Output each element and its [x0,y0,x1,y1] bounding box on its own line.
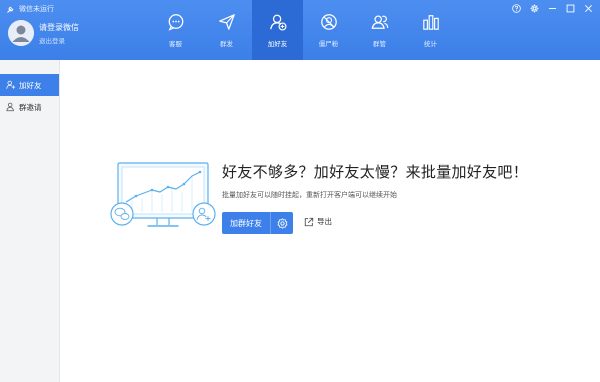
status-indicator: 微信未运行 [6,3,54,15]
group-manage-icon [371,15,388,29]
statistics-icon [422,15,439,30]
nav-label: 群发 [220,40,233,48]
sidebar-item-label: 群邀请 [19,102,42,112]
nav-item-customer-service[interactable]: 客服 [150,0,201,60]
nav-item-broadcast[interactable]: 群发 [201,0,252,60]
nav-label: 加好友 [267,40,288,48]
sidebar-item-group-invite[interactable]: 群邀请 [0,96,59,118]
nav-item-add-friend[interactable]: 加好友 [252,0,303,60]
nav-label: 群管 [373,40,386,48]
monitor-chart-illustration [110,162,216,227]
help-button[interactable] [509,2,524,15]
export-label: 导出 [317,217,332,226]
add-group-friends-button[interactable]: 加群好友 [222,212,293,234]
zombie-fans-icon [320,14,337,30]
window-controls [509,2,596,15]
page-headline: 好友不够多？加好友太慢？来批量加好友吧！ [222,163,529,181]
maximize-icon [566,4,575,13]
sidebar-item-label: 加好友 [19,80,42,90]
nav-label: 统计 [424,40,437,48]
add-friend-icon [269,14,287,31]
export-icon [304,217,314,226]
settings-button[interactable] [527,2,542,15]
export-button[interactable]: 导出 [304,216,332,227]
sidebar-item-add-friend[interactable]: 加好友 [0,74,59,96]
gear-icon [277,217,287,229]
add-friend-icon [6,80,16,89]
wrench-icon [7,6,14,13]
close-icon [585,5,592,12]
main-nav: 客服 群发 加好友 僵尸粉 群管 统计 [150,0,456,60]
chat-icon [168,14,183,31]
close-button[interactable] [581,2,596,15]
header-bar: 微信未运行 请登录微信 退出登录 客服 群发 加好友 僵尸粉 群管 统计 [0,0,600,60]
status-text: 微信未运行 [19,5,54,13]
nav-label: 客服 [169,40,182,48]
gear-icon [530,4,539,13]
nav-item-group-manage[interactable]: 群管 [354,0,405,60]
nav-label: 僵尸粉 [318,40,339,48]
help-icon [512,4,521,13]
send-icon [218,14,235,30]
group-invite-icon [6,102,14,112]
nav-item-statistics[interactable]: 统计 [405,0,456,60]
avatar[interactable] [8,20,34,46]
button-settings[interactable] [271,212,293,234]
nav-item-zombie-fans[interactable]: 僵尸粉 [303,0,354,60]
page-description: 批量加好友可以随时挂起，重新打开客户端可以继续开始 [222,191,397,199]
login-prompt[interactable]: 请登录微信 [39,22,79,33]
minimize-icon [548,8,557,9]
minimize-button[interactable] [545,2,560,15]
add-group-friends-label[interactable]: 加群好友 [222,212,271,234]
maximize-button[interactable] [563,2,578,15]
sidebar: 加好友 群邀请 [0,60,60,382]
logout-link[interactable]: 退出登录 [39,35,65,45]
user-avatar-icon [8,20,34,46]
